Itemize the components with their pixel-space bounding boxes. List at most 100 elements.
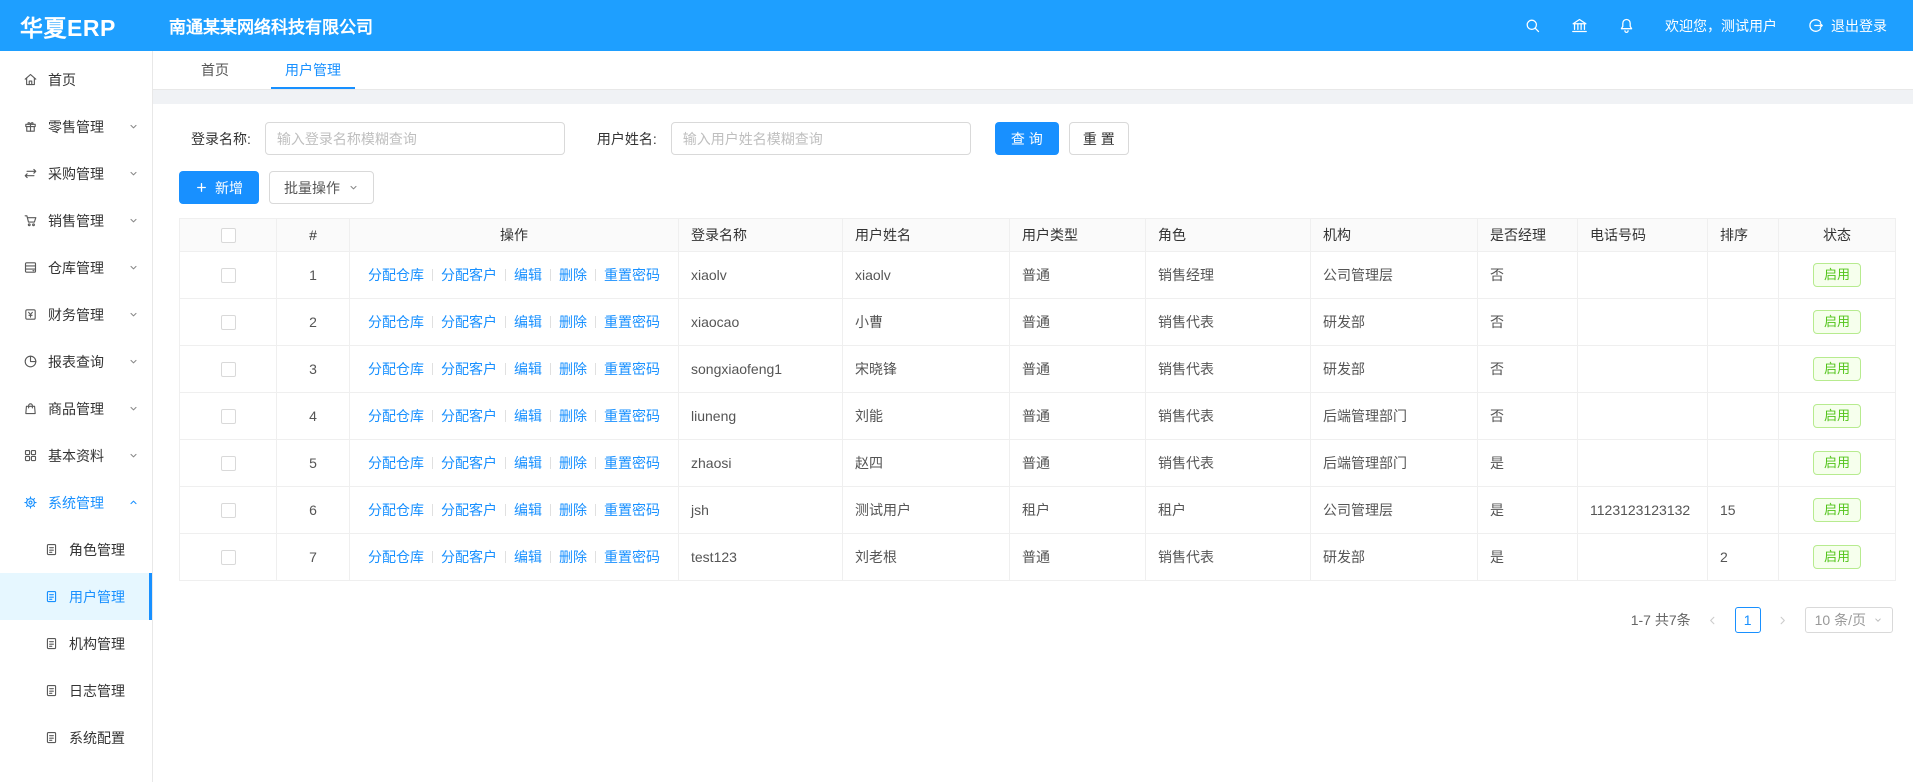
edit-link[interactable]: 编辑 (514, 549, 542, 565)
reset-password-link[interactable]: 重置密码 (604, 267, 660, 283)
sidebar-item-goods[interactable]: 商品管理 (0, 385, 152, 432)
sidebar-item-retail[interactable]: 零售管理 (0, 103, 152, 150)
tabbar: 首页 用户管理 (153, 51, 1913, 90)
delete-link[interactable]: 删除 (559, 455, 587, 471)
delete-link[interactable]: 删除 (559, 361, 587, 377)
table-header-row: #操作登录名称用户姓名用户类型角色机构是否经理电话号码排序状态 (180, 219, 1896, 252)
logout-button[interactable]: 退出登录 (1807, 16, 1887, 36)
assign-customer-link[interactable]: 分配客户 (441, 408, 497, 424)
reset-password-link[interactable]: 重置密码 (604, 502, 660, 518)
bell-icon[interactable] (1618, 17, 1635, 34)
sidebar-item-org[interactable]: 机构管理 (0, 620, 152, 667)
role-cell: 租户 (1146, 487, 1311, 534)
assign-warehouse-link[interactable]: 分配仓库 (368, 549, 424, 565)
reset-button[interactable]: 重 置 (1069, 122, 1129, 155)
sidebar-item-warehouse[interactable]: 仓库管理 (0, 244, 152, 291)
prev-page-button[interactable] (1701, 608, 1725, 632)
action-divider (550, 316, 551, 328)
row-checkbox[interactable] (221, 315, 236, 330)
login-name-cell: xiaolv (679, 252, 843, 299)
edit-link[interactable]: 编辑 (514, 455, 542, 471)
assign-warehouse-link[interactable]: 分配仓库 (368, 361, 424, 377)
reset-password-link[interactable]: 重置密码 (604, 549, 660, 565)
sidebar-item-sales[interactable]: 销售管理 (0, 197, 152, 244)
delete-link[interactable]: 删除 (559, 502, 587, 518)
add-button[interactable]: 新增 (179, 171, 259, 204)
sidebar-item-config[interactable]: 系统配置 (0, 714, 152, 761)
row-checkbox[interactable] (221, 456, 236, 471)
assign-warehouse-link[interactable]: 分配仓库 (368, 502, 424, 518)
delete-link[interactable]: 删除 (559, 408, 587, 424)
column-header: 是否经理 (1478, 219, 1578, 252)
assign-warehouse-link[interactable]: 分配仓库 (368, 267, 424, 283)
assign-warehouse-link[interactable]: 分配仓库 (368, 455, 424, 471)
sidebar-item-role[interactable]: 角色管理 (0, 526, 152, 573)
assign-customer-link[interactable]: 分配客户 (441, 502, 497, 518)
sidebar-item-report[interactable]: 报表查询 (0, 338, 152, 385)
tab-user-management[interactable]: 用户管理 (279, 51, 347, 89)
select-all-checkbox[interactable] (221, 228, 236, 243)
row-actions-cell: 分配仓库 分配客户 编辑 删除 重置密码 (350, 299, 679, 346)
chevron-down-icon (128, 403, 139, 414)
status-cell: 启用 (1779, 346, 1896, 393)
reset-password-link[interactable]: 重置密码 (604, 408, 660, 424)
edit-link[interactable]: 编辑 (514, 267, 542, 283)
sidebar-item-log[interactable]: 日志管理 (0, 667, 152, 714)
page-strip (153, 90, 1913, 104)
assign-warehouse-link[interactable]: 分配仓库 (368, 408, 424, 424)
org-cell: 公司管理层 (1311, 487, 1478, 534)
user-name-input[interactable] (671, 122, 971, 155)
assign-customer-link[interactable]: 分配客户 (441, 267, 497, 283)
row-checkbox[interactable] (221, 409, 236, 424)
bank-icon[interactable] (1571, 17, 1588, 34)
sidebar-item-label: 日志管理 (69, 681, 125, 701)
edit-link[interactable]: 编辑 (514, 361, 542, 377)
search-button[interactable]: 查 询 (995, 122, 1059, 155)
action-divider (432, 316, 433, 328)
next-page-button[interactable] (1771, 608, 1795, 632)
is-manager-cell: 是 (1478, 534, 1578, 581)
assign-customer-link[interactable]: 分配客户 (441, 314, 497, 330)
delete-link[interactable]: 删除 (559, 314, 587, 330)
assign-customer-link[interactable]: 分配客户 (441, 361, 497, 377)
page-size-select[interactable]: 10 条/页 (1805, 607, 1893, 633)
row-checkbox[interactable] (221, 503, 236, 518)
page-number-button[interactable]: 1 (1735, 607, 1761, 633)
row-checkbox[interactable] (221, 362, 236, 377)
action-divider (595, 504, 596, 516)
row-checkbox[interactable] (221, 550, 236, 565)
search-icon[interactable] (1524, 17, 1541, 34)
tab-home[interactable]: 首页 (195, 51, 235, 89)
delete-link[interactable]: 删除 (559, 267, 587, 283)
sidebar-item-home[interactable]: 首页 (0, 56, 152, 103)
assign-customer-link[interactable]: 分配客户 (441, 549, 497, 565)
sidebar-item-basic[interactable]: 基本资料 (0, 432, 152, 479)
batch-operations-button[interactable]: 批量操作 (269, 171, 374, 204)
sidebar-item-purchase[interactable]: 采购管理 (0, 150, 152, 197)
login-name-label: 登录名称: (191, 129, 251, 149)
sort-cell (1708, 346, 1779, 393)
edit-link[interactable]: 编辑 (514, 408, 542, 424)
reset-password-link[interactable]: 重置密码 (604, 455, 660, 471)
sidebar-item-label: 角色管理 (69, 540, 125, 560)
assign-customer-link[interactable]: 分配客户 (441, 455, 497, 471)
row-checkbox[interactable] (221, 268, 236, 283)
sidebar-menu: 首页零售管理采购管理销售管理仓库管理财务管理报表查询商品管理基本资料系统管理角色… (0, 51, 153, 782)
row-index-cell: 5 (277, 440, 350, 487)
sidebar-item-system[interactable]: 系统管理 (0, 479, 152, 526)
row-checkbox-cell (180, 440, 277, 487)
reset-password-link[interactable]: 重置密码 (604, 314, 660, 330)
login-name-cell: songxiaofeng1 (679, 346, 843, 393)
sidebar-item-user[interactable]: 用户管理 (0, 573, 152, 620)
delete-link[interactable]: 删除 (559, 549, 587, 565)
user-name-cell: 测试用户 (843, 487, 1010, 534)
chevron-down-icon (128, 168, 139, 179)
reset-password-link[interactable]: 重置密码 (604, 361, 660, 377)
sidebar-item-finance[interactable]: 财务管理 (0, 291, 152, 338)
assign-warehouse-link[interactable]: 分配仓库 (368, 314, 424, 330)
login-name-input[interactable] (265, 122, 565, 155)
edit-link[interactable]: 编辑 (514, 314, 542, 330)
row-actions-cell: 分配仓库 分配客户 编辑 删除 重置密码 (350, 252, 679, 299)
status-badge: 启用 (1813, 404, 1861, 429)
edit-link[interactable]: 编辑 (514, 502, 542, 518)
